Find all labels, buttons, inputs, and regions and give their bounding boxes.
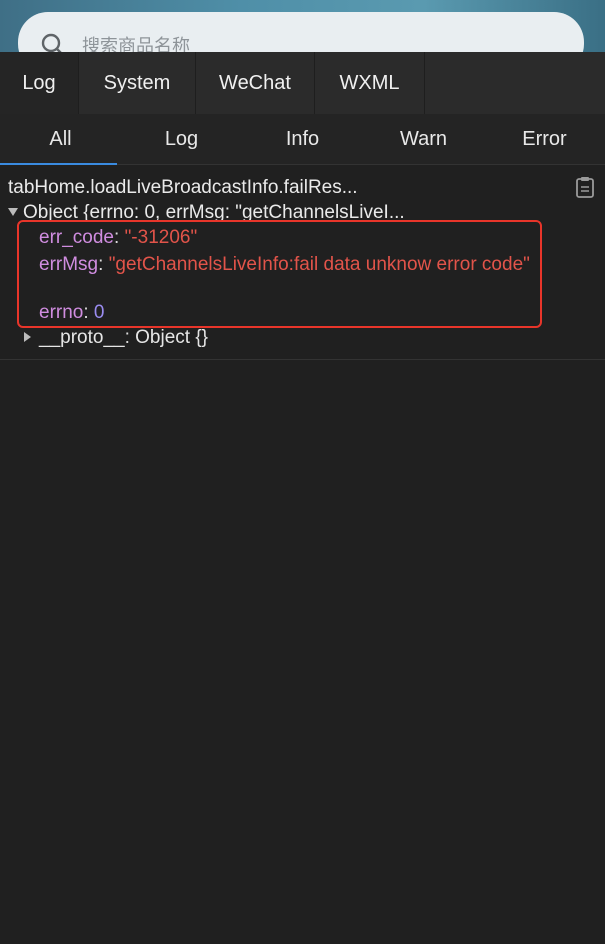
tab-wechat[interactable]: WeChat	[196, 52, 315, 114]
log-level-tabs: All Log Info Warn Error	[0, 114, 605, 165]
search-bar[interactable]: 搜索商品名称	[18, 12, 584, 52]
tab-system[interactable]: System	[79, 52, 196, 114]
tab-wxml[interactable]: WXML	[315, 52, 425, 114]
app-header-background: 搜索商品名称	[0, 0, 605, 52]
proto-value: Object {}	[135, 327, 209, 348]
level-tab-warn[interactable]: Warn	[363, 114, 484, 164]
level-tab-info[interactable]: Info	[242, 114, 363, 164]
tab-bar-filler	[425, 52, 605, 114]
expand-triangle-icon[interactable]	[8, 208, 18, 216]
log-message-title: tabHome.loadLiveBroadcastInfo.failRes...	[8, 177, 358, 198]
clipboard-copy-icon[interactable]	[575, 176, 595, 198]
collapse-triangle-icon[interactable]	[24, 332, 31, 342]
red-highlight-box	[17, 220, 542, 328]
level-tab-error[interactable]: Error	[484, 114, 605, 164]
tab-log[interactable]: Log	[0, 52, 79, 114]
level-tab-log[interactable]: Log	[121, 114, 242, 164]
console-top-tabs: Log System WeChat WXML	[0, 52, 605, 114]
search-icon	[41, 33, 62, 52]
search-placeholder: 搜索商品名称	[82, 36, 190, 52]
level-tab-all[interactable]: All	[0, 114, 121, 165]
proto-key: __proto__	[39, 327, 125, 348]
proto-row[interactable]: __proto__: Object {}	[24, 327, 208, 349]
